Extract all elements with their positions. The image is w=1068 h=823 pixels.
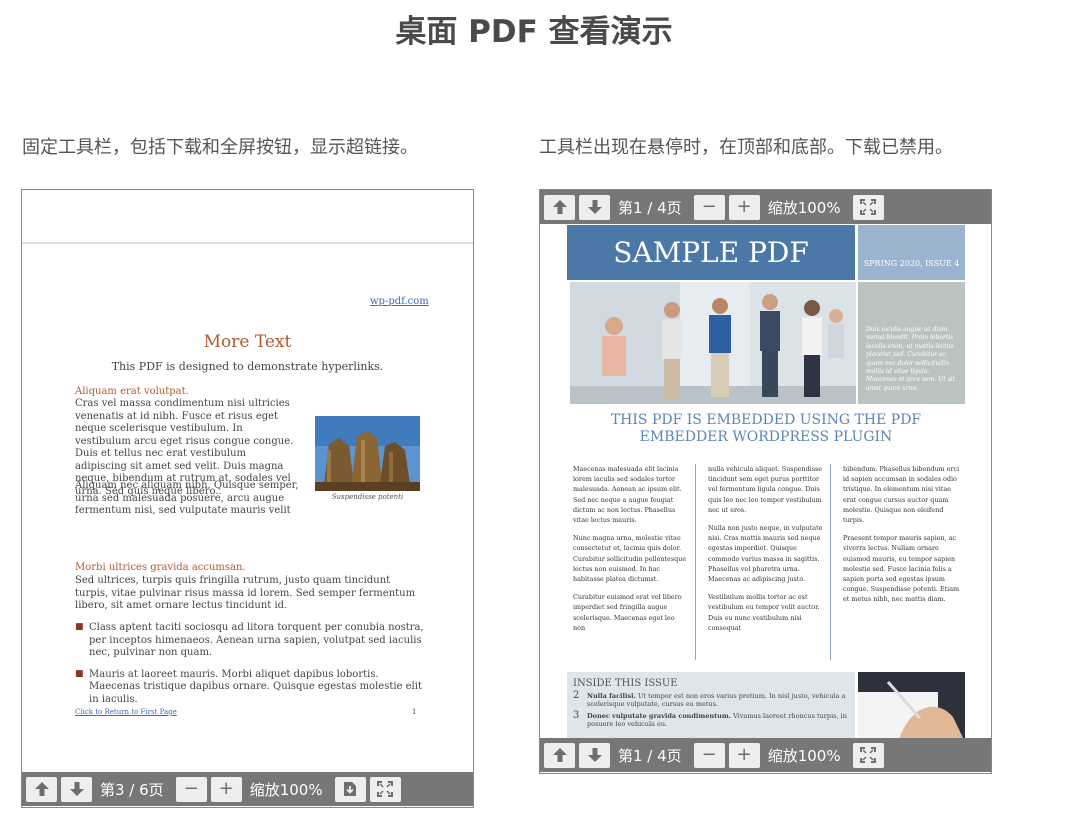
- inside-issue-item: 2 Nulla facilisi. Ut tempor est non eros…: [567, 689, 855, 709]
- inside-issue-number: 3: [573, 710, 580, 721]
- pdf-subheading: This PDF is designed to demonstrate hype…: [111, 360, 384, 373]
- wp-pdf-link[interactable]: wp-pdf.com: [370, 296, 429, 309]
- zoom-indicator: 缩放100%: [767, 198, 841, 217]
- fullscreen-icon: [860, 199, 877, 215]
- column-paragraph: nulla vehicula aliquet. Suspendisse tinc…: [708, 465, 823, 514]
- zoom-indicator: 缩放100%: [249, 780, 323, 799]
- column-paragraph: Curabitur euismod erat vel libero imperd…: [573, 593, 682, 632]
- download-button[interactable]: [334, 776, 366, 802]
- download-icon: [344, 782, 357, 796]
- zoom-in-button[interactable]: +: [728, 194, 760, 220]
- section1-title: Aliquam erat volutpat.: [75, 386, 189, 397]
- article-column-3: bibendum. Phasellus bibendum orci id sap…: [843, 464, 963, 613]
- right-toolbar-top: 第1 / 4页 − + 缩放100%: [540, 190, 991, 224]
- inside-issue-bold: Nulla facilisi.: [587, 692, 636, 700]
- arrow-up-icon[interactable]: [544, 194, 575, 220]
- bullet-item: ■ Class aptent taciti sociosqu ad litora…: [75, 622, 425, 660]
- bullet-marker: ■: [75, 622, 84, 632]
- inside-issue-item: 3 Donec vulputate gravida condimentum. V…: [567, 708, 855, 729]
- column-paragraph: Praesent tempor mauris sapien, ac viverr…: [843, 534, 960, 604]
- pdf-headline: THIS PDF IS EMBEDDED USING THE PDF EMBED…: [610, 412, 922, 445]
- bullet-marker: ■: [75, 668, 84, 679]
- inside-issue-box: INSIDE THIS ISSUE 2 Nulla facilisi. Ut t…: [567, 672, 855, 739]
- arrow-up-icon[interactable]: [544, 742, 575, 768]
- article-column-1: Maecenas malesuada elit lacinia lorem ia…: [573, 464, 688, 641]
- zoom-indicator: 缩放100%: [767, 746, 841, 765]
- column-paragraph: Nulla non justo neque, in vulputate nisi…: [708, 524, 823, 584]
- page-divider: [22, 242, 473, 244]
- writing-hand-photo: [858, 672, 965, 739]
- page-title: 桌面 PDF 查看演示: [395, 14, 673, 50]
- side-quote: Duis iaculis augue ac diam varius blandi…: [866, 326, 955, 392]
- fullscreen-button[interactable]: [852, 194, 884, 220]
- inside-issue-number: 2: [573, 690, 580, 701]
- bullet-list: ■ Class aptent taciti sociosqu ad litora…: [75, 622, 425, 706]
- zoom-out-button[interactable]: −: [693, 194, 725, 220]
- para3: Sed ultrices, turpis quis fringilla rutr…: [75, 575, 416, 611]
- bullet-text: Mauris at laoreet mauris. Morbi aliquet …: [89, 668, 422, 705]
- fullscreen-icon: [377, 781, 394, 797]
- bullet-text: Class aptent taciti sociosqu ad litora t…: [89, 622, 424, 658]
- left-pdf-page: wp-pdf.com More Text This PDF is designe…: [22, 190, 473, 772]
- minus-icon: −: [701, 196, 717, 217]
- fullscreen-button[interactable]: [369, 776, 401, 802]
- article-column-2: nulla vehicula aliquet. Suspendisse tinc…: [708, 464, 826, 641]
- para2: Aliquam nec aliquam nibh. Quisque semper…: [75, 480, 299, 518]
- right-pdf-page: SAMPLE PDF SPRING 2020, ISSUE 4 Duis iac…: [540, 224, 991, 739]
- return-first-page-link[interactable]: Click to Return to First Page: [75, 708, 177, 716]
- sample-pdf-banner: SAMPLE PDF: [567, 225, 855, 280]
- arrow-down-icon[interactable]: [61, 776, 92, 802]
- arrow-up-icon[interactable]: [26, 776, 57, 802]
- column-divider: [830, 464, 831, 660]
- left-pdf-viewer[interactable]: wp-pdf.com More Text This PDF is designe…: [21, 189, 474, 808]
- right-pdf-viewer[interactable]: 第1 / 4页 − + 缩放100% SAMPLE PDF SPRING 202…: [539, 189, 992, 774]
- zoom-in-button[interactable]: +: [210, 776, 242, 802]
- plus-icon: +: [736, 196, 752, 217]
- page-indicator: 第1 / 4页: [618, 198, 682, 217]
- page-indicator: 第3 / 6页: [100, 780, 164, 799]
- column-paragraph: Vestibulum mollis tortor ac est vestibul…: [708, 593, 820, 632]
- column-paragraph: bibendum. Phasellus bibendum orci id sap…: [843, 465, 960, 525]
- office-people-photo: [570, 282, 856, 404]
- zoom-in-button[interactable]: +: [728, 742, 760, 768]
- para2-continued: [75, 517, 425, 555]
- plus-icon: +: [218, 778, 234, 799]
- left-description: 固定工具栏，包括下载和全屏按钮，显示超链接。: [22, 137, 418, 158]
- arrow-down-icon[interactable]: [579, 194, 610, 220]
- section2-title: Morbi ultrices gravida accumsan.: [75, 562, 246, 573]
- right-description: 工具栏出现在悬停时，在顶部和底部。下载已禁用。: [539, 137, 953, 158]
- zoom-out-button[interactable]: −: [693, 742, 725, 768]
- minus-icon: −: [183, 778, 199, 799]
- inside-issue-title: INSIDE THIS ISSUE: [573, 678, 678, 689]
- zoom-out-button[interactable]: −: [175, 776, 207, 802]
- column-divider: [695, 464, 696, 660]
- plus-icon: +: [736, 744, 752, 765]
- inside-issue-bold: Donec vulputate gravida condimentum.: [587, 712, 731, 720]
- arrow-down-icon[interactable]: [579, 742, 610, 768]
- fullscreen-icon: [860, 747, 877, 763]
- issue-label: SPRING 2020, ISSUE 4: [858, 225, 965, 280]
- minus-icon: −: [701, 744, 717, 765]
- fullscreen-button[interactable]: [852, 742, 884, 768]
- pdf-heading: More Text: [203, 332, 292, 352]
- bullet-item: ■ Mauris at laoreet mauris. Morbi alique…: [75, 669, 425, 707]
- right-toolbar-bottom: 第1 / 4页 − + 缩放100%: [540, 738, 991, 772]
- temple-ruins-image: [315, 416, 420, 491]
- image-caption: Suspendisse potenti: [331, 493, 404, 501]
- column-paragraph: Nunc magna urna, molestie vitae consecte…: [573, 534, 687, 584]
- left-toolbar: 第3 / 6页 − + 缩放100%: [22, 772, 473, 806]
- page-indicator: 第1 / 4页: [618, 746, 682, 765]
- pdf-page-number: 1: [412, 708, 417, 716]
- column-paragraph: Maecenas malesuada elit lacinia lorem ia…: [573, 465, 682, 525]
- side-quote-box: Duis iaculis augue ac diam varius blandi…: [858, 282, 965, 404]
